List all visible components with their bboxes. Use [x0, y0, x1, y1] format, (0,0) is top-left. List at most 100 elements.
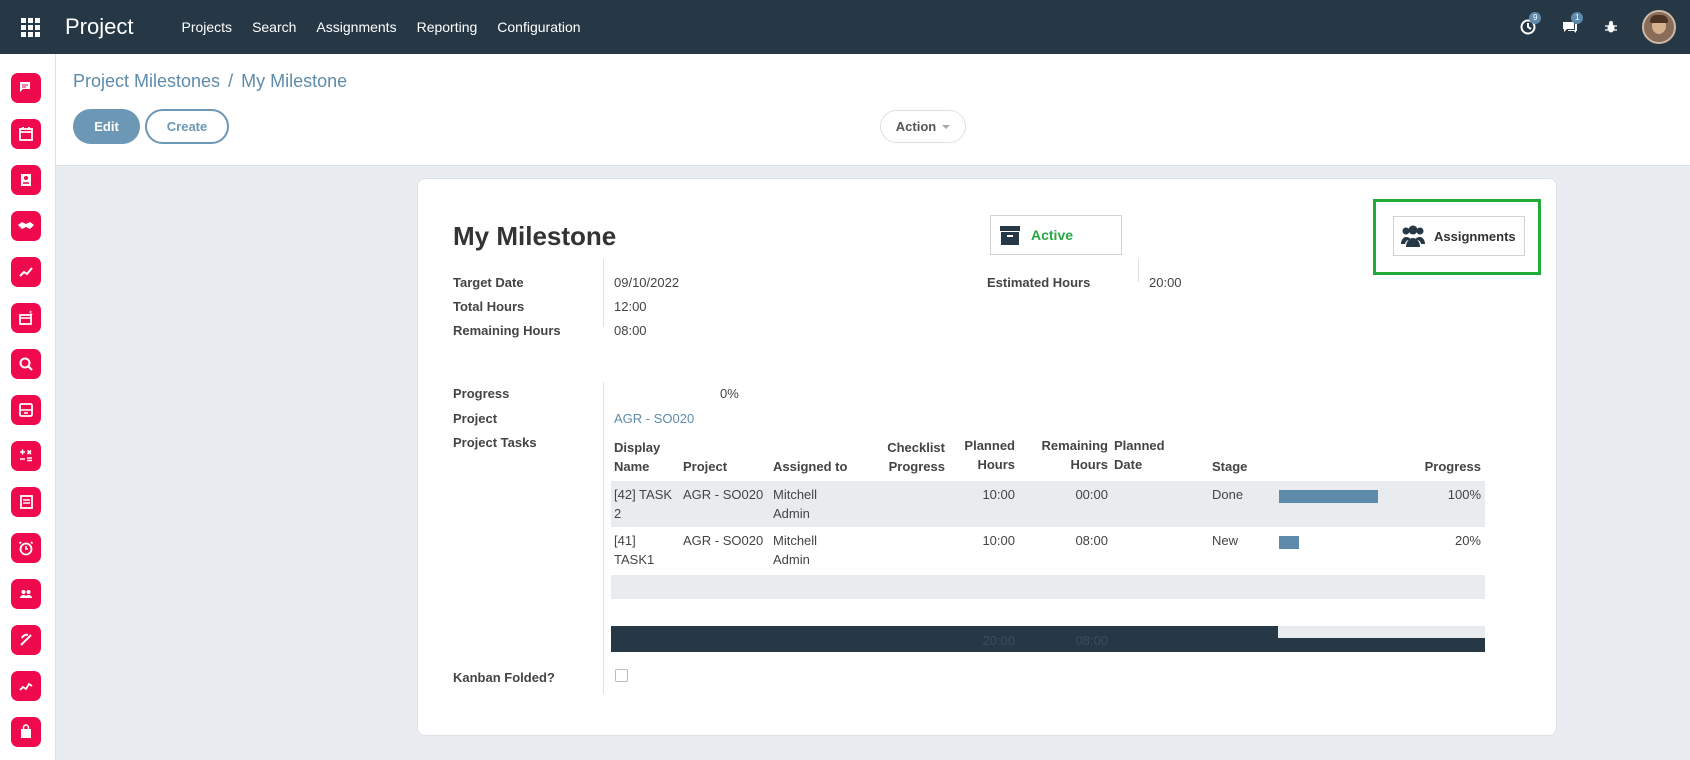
progress-fill: [1279, 490, 1378, 503]
messages-badge: 1: [1571, 12, 1584, 24]
table-footer-totals: 20:00 08:00: [611, 626, 1485, 652]
accounting-calculator-icon[interactable]: [11, 441, 41, 471]
action-label: Action: [895, 119, 937, 134]
task-name: [42] TASK 2: [614, 487, 673, 521]
table-row[interactable]: [42] TASK 2 AGR - SO020 Mitchell Admin 10:…: [611, 481, 1485, 527]
app-sidebar: $: [0, 54, 56, 760]
create-button[interactable]: Create: [145, 109, 229, 144]
employees-icon[interactable]: [11, 579, 41, 609]
analytics-icon[interactable]: [11, 671, 41, 701]
expenses-icon[interactable]: [11, 625, 41, 655]
column-assigned-to[interactable]: Assigned to: [773, 457, 847, 476]
target-date-value[interactable]: 09/10/2022: [614, 275, 679, 290]
estimated-hours-label: Estimated Hours: [987, 275, 1091, 290]
task-planned-hours: 10:00: [982, 487, 1015, 502]
progress-label: Progress: [453, 386, 510, 401]
menu-item-configuration[interactable]: Configuration: [497, 19, 580, 35]
contacts-icon[interactable]: [11, 165, 41, 195]
column-display-name[interactable]: Display Name: [614, 438, 660, 476]
timesheet-clock-icon[interactable]: [11, 533, 41, 563]
task-progress-value: 100%: [1447, 487, 1481, 502]
control-panel: Project Milestones / My Milestone Edit C…: [56, 54, 1690, 166]
total-planned-hours: 20:00: [982, 633, 1015, 648]
project-link[interactable]: AGR - SO020: [614, 411, 694, 426]
record-title: My Milestone: [453, 221, 617, 251]
debug-bug-icon[interactable]: [1604, 20, 1618, 34]
task-assignee: Mitchell Admin: [773, 487, 818, 521]
calendar-icon[interactable]: [11, 119, 41, 149]
users-group-icon: [1401, 225, 1425, 247]
task-progress-bar: [1279, 490, 1378, 503]
table-row[interactable]: [41] TASK1 AGR - SO020 Mitchell Admin 10:0…: [611, 527, 1485, 573]
field-divider: [603, 382, 604, 694]
column-stage[interactable]: Stage: [1212, 457, 1247, 476]
app-brand[interactable]: Project: [65, 14, 133, 40]
progress-value: 0%: [720, 386, 739, 401]
column-project[interactable]: Project: [683, 457, 727, 476]
activity-badge: 9: [1529, 12, 1542, 24]
remaining-hours-value: 08:00: [614, 323, 647, 338]
menu-item-search[interactable]: Search: [252, 19, 296, 35]
discuss-icon[interactable]: [11, 73, 41, 103]
shop-bag-icon[interactable]: [11, 717, 41, 747]
task-remaining-hours: 08:00: [1075, 533, 1108, 548]
kanban-folded-checkbox[interactable]: [615, 669, 628, 682]
crm-handshake-icon[interactable]: [11, 211, 41, 241]
kanban-folded-label: Kanban Folded?: [453, 670, 555, 685]
breadcrumb-separator: /: [228, 71, 234, 91]
form-sheet: My Milestone Active Assignments Target D…: [417, 178, 1557, 736]
total-hours-label: Total Hours: [453, 299, 525, 314]
systray: 9 1: [1494, 0, 1676, 54]
project-tasks-table: Display Name Project Assigned to Checklis…: [611, 438, 1485, 652]
app-menu-grid-icon[interactable]: [0, 0, 60, 54]
assignments-label: Assignments: [1434, 228, 1516, 244]
breadcrumb-parent[interactable]: Project Milestones: [73, 71, 220, 92]
remaining-hours-label: Remaining Hours: [453, 323, 561, 338]
column-planned-date[interactable]: Planned Date: [1114, 436, 1165, 474]
active-toggle-button[interactable]: Active: [990, 215, 1122, 255]
edit-button[interactable]: Edit: [73, 109, 140, 144]
project-label: Project: [453, 411, 498, 426]
menu-item-projects[interactable]: Projects: [181, 19, 232, 35]
archive-box-icon: [1000, 226, 1020, 245]
documents-icon[interactable]: [11, 487, 41, 517]
action-dropdown[interactable]: Action: [880, 110, 966, 143]
task-project: AGR - SO020: [683, 487, 764, 502]
search-magnify-icon[interactable]: [11, 349, 41, 379]
column-progress[interactable]: Progress: [1402, 457, 1481, 476]
sales-chart-icon[interactable]: [11, 257, 41, 287]
progress-fill: [1279, 536, 1299, 549]
invoicing-icon[interactable]: $: [11, 303, 41, 333]
total-remaining-hours: 08:00: [1075, 633, 1108, 648]
activity-clock-icon[interactable]: 9: [1520, 12, 1542, 35]
task-project: AGR - SO020: [683, 533, 764, 548]
estimated-hours-value[interactable]: 20:00: [1149, 275, 1182, 290]
assignments-highlight: Assignments: [1373, 199, 1541, 275]
target-date-label: Target Date: [453, 275, 524, 290]
task-stage: Done: [1212, 487, 1244, 502]
project-tasks-label: Project Tasks: [453, 435, 537, 450]
task-assignee: Mitchell Admin: [773, 533, 818, 567]
svg-text:$: $: [29, 310, 33, 317]
menu-item-reporting[interactable]: Reporting: [417, 19, 478, 35]
total-hours-value: 12:00: [614, 299, 647, 314]
task-progress-bar: [1279, 536, 1378, 549]
top-navbar: Project Projects Search Assignments Repo…: [0, 0, 1690, 54]
user-avatar[interactable]: [1642, 10, 1676, 44]
footer-band: [1278, 626, 1485, 638]
table-header: Display Name Project Assigned to Checklis…: [611, 438, 1485, 481]
column-planned-hours[interactable]: Planned Hours: [959, 436, 1015, 474]
field-divider: [1138, 259, 1139, 282]
messages-chat-icon[interactable]: 1: [1562, 12, 1584, 35]
column-checklist-progress[interactable]: Checklist Progress: [875, 438, 945, 476]
assignments-smart-button[interactable]: Assignments: [1393, 216, 1525, 256]
task-name: [41] TASK1: [614, 533, 655, 567]
caret-down-icon: [942, 124, 951, 129]
menu-item-assignments[interactable]: Assignments: [316, 19, 396, 35]
task-remaining-hours: 00:00: [1075, 487, 1108, 502]
column-remaining-hours[interactable]: Remaining Hours: [1036, 436, 1108, 474]
task-stage: New: [1212, 533, 1239, 548]
dashboard-icon[interactable]: [11, 395, 41, 425]
breadcrumb-current: My Milestone: [241, 71, 348, 91]
empty-table-row: [611, 575, 1485, 599]
